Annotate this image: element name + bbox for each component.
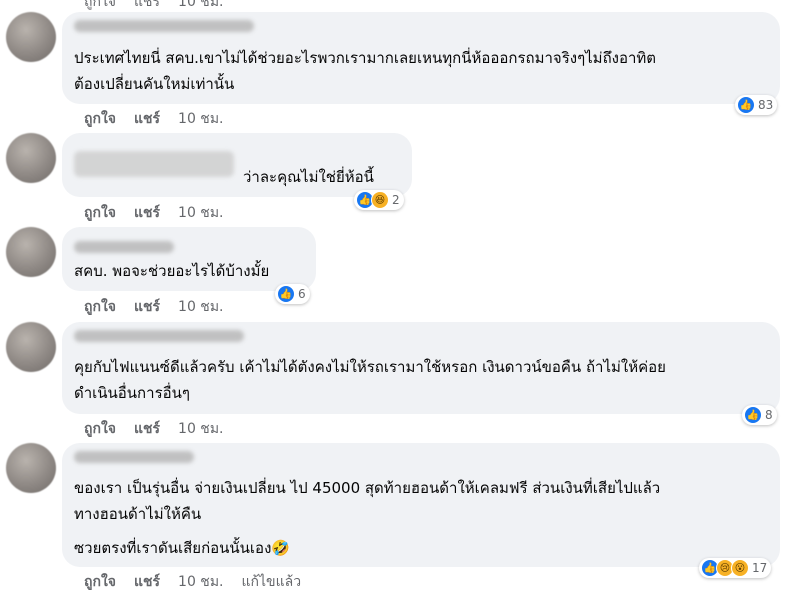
timestamp[interactable]: 10 ชม.	[178, 202, 223, 224]
reaction-count: 17	[752, 561, 768, 575]
author-name-blurred[interactable]	[74, 241, 174, 253]
share-link[interactable]: แชร์	[134, 296, 160, 318]
reaction-count: 83	[758, 98, 774, 112]
avatar[interactable]	[6, 12, 56, 62]
avatar[interactable]	[6, 227, 56, 277]
haha-icon: 😆	[371, 191, 389, 209]
timestamp: 10 ชม.	[178, 0, 224, 10]
timestamp[interactable]: 10 ชม.	[178, 296, 223, 318]
comment-bubble: คุยกับไฟแนนซ์ดีแล้วครับ เค้าไม่ได้ตังคงไ…	[62, 322, 780, 414]
edited-label[interactable]: แก้ไขแล้ว	[242, 571, 302, 593]
reaction-count: 8	[765, 408, 773, 422]
comment-actions: ถูกใจ แชร์ 10 ชม.	[84, 202, 242, 224]
comment-text: ของเรา เป็นรุ่นอื่น จ่ายเงินเปลี่ยน ไป 4…	[74, 479, 661, 523]
author-name-blurred[interactable]	[74, 20, 254, 32]
timestamp[interactable]: 10 ชม.	[178, 418, 223, 440]
like-link[interactable]: ถูกใจ	[84, 296, 116, 318]
share-link[interactable]: แชร์	[134, 571, 160, 593]
comment-actions: ถูกใจ แชร์ 10 ชม.	[84, 296, 242, 318]
comment-actions: ถูกใจ แชร์ 10 ชม.	[84, 418, 242, 440]
share-link[interactable]: แชร์	[134, 108, 160, 130]
like-link[interactable]: ถูกใจ	[84, 108, 116, 130]
like-icon: 👍	[277, 285, 295, 303]
share-link[interactable]: แชร์	[134, 202, 160, 224]
reaction-summary[interactable]: 👍 😆 2	[354, 190, 404, 210]
comment-text: คุยกับไฟแนนซ์ดีแล้วครับ เค้าไม่ได้ตังคงไ…	[74, 358, 666, 402]
reaction-summary[interactable]: 👍 😢 😮 17	[699, 558, 772, 578]
comment-text: ว่าละคุณไม่ใช่ยี่ห้อนี้	[243, 168, 374, 186]
comment-bubble: ของเรา เป็นรุ่นอื่น จ่ายเงินเปลี่ยน ไป 4…	[62, 443, 780, 567]
comment-bubble: สคบ. พอจะช่วยอะไรได้บ้างมั้ย	[62, 227, 316, 291]
reaction-summary[interactable]: 👍 83	[735, 95, 778, 115]
avatar[interactable]	[6, 322, 56, 372]
share-link[interactable]: แชร์	[134, 0, 160, 10]
comment-text: ประเทศไทยนี่ สคบ.เขาไม่ได้ช่วยอะไรพวกเรา…	[74, 49, 657, 93]
comment-bubble: ประเทศไทยนี่ สคบ.เขาไม่ได้ช่วยอะไรพวกเรา…	[62, 12, 780, 104]
like-link[interactable]: ถูกใจ	[84, 202, 116, 224]
comment-actions: ถูกใจ แชร์ 10 ชม. แก้ไขแล้ว	[84, 571, 319, 593]
share-link[interactable]: แชร์	[134, 418, 160, 440]
author-name-blurred[interactable]	[74, 330, 244, 342]
avatar[interactable]	[6, 133, 56, 183]
author-name-blurred[interactable]	[74, 451, 194, 463]
avatar[interactable]	[6, 443, 56, 493]
timestamp[interactable]: 10 ชม.	[178, 571, 223, 593]
reaction-summary[interactable]: 👍 8	[742, 405, 777, 425]
reaction-count: 2	[392, 193, 400, 207]
comment-actions: ถูกใจ แชร์ 10 ชม.	[84, 108, 242, 130]
timestamp[interactable]: 10 ชม.	[178, 108, 223, 130]
comment-text-2: ซวยตรงที่เราดันเสียก่อนนั้นเอง🤣	[74, 539, 291, 557]
reaction-summary[interactable]: 👍 6	[275, 284, 310, 304]
like-icon: 👍	[737, 96, 755, 114]
reaction-count: 6	[298, 287, 306, 301]
like-link[interactable]: ถูกใจ	[84, 0, 116, 10]
wow-icon: 😮	[731, 559, 749, 577]
like-icon: 👍	[744, 406, 762, 424]
comment-text: สคบ. พอจะช่วยอะไรได้บ้างมั้ย	[74, 262, 270, 280]
like-link[interactable]: ถูกใจ	[84, 418, 116, 440]
like-link[interactable]: ถูกใจ	[84, 571, 116, 593]
comment-bubble: ว่าละคุณไม่ใช่ยี่ห้อนี้	[62, 133, 412, 197]
author-name-blurred[interactable]	[74, 151, 234, 177]
